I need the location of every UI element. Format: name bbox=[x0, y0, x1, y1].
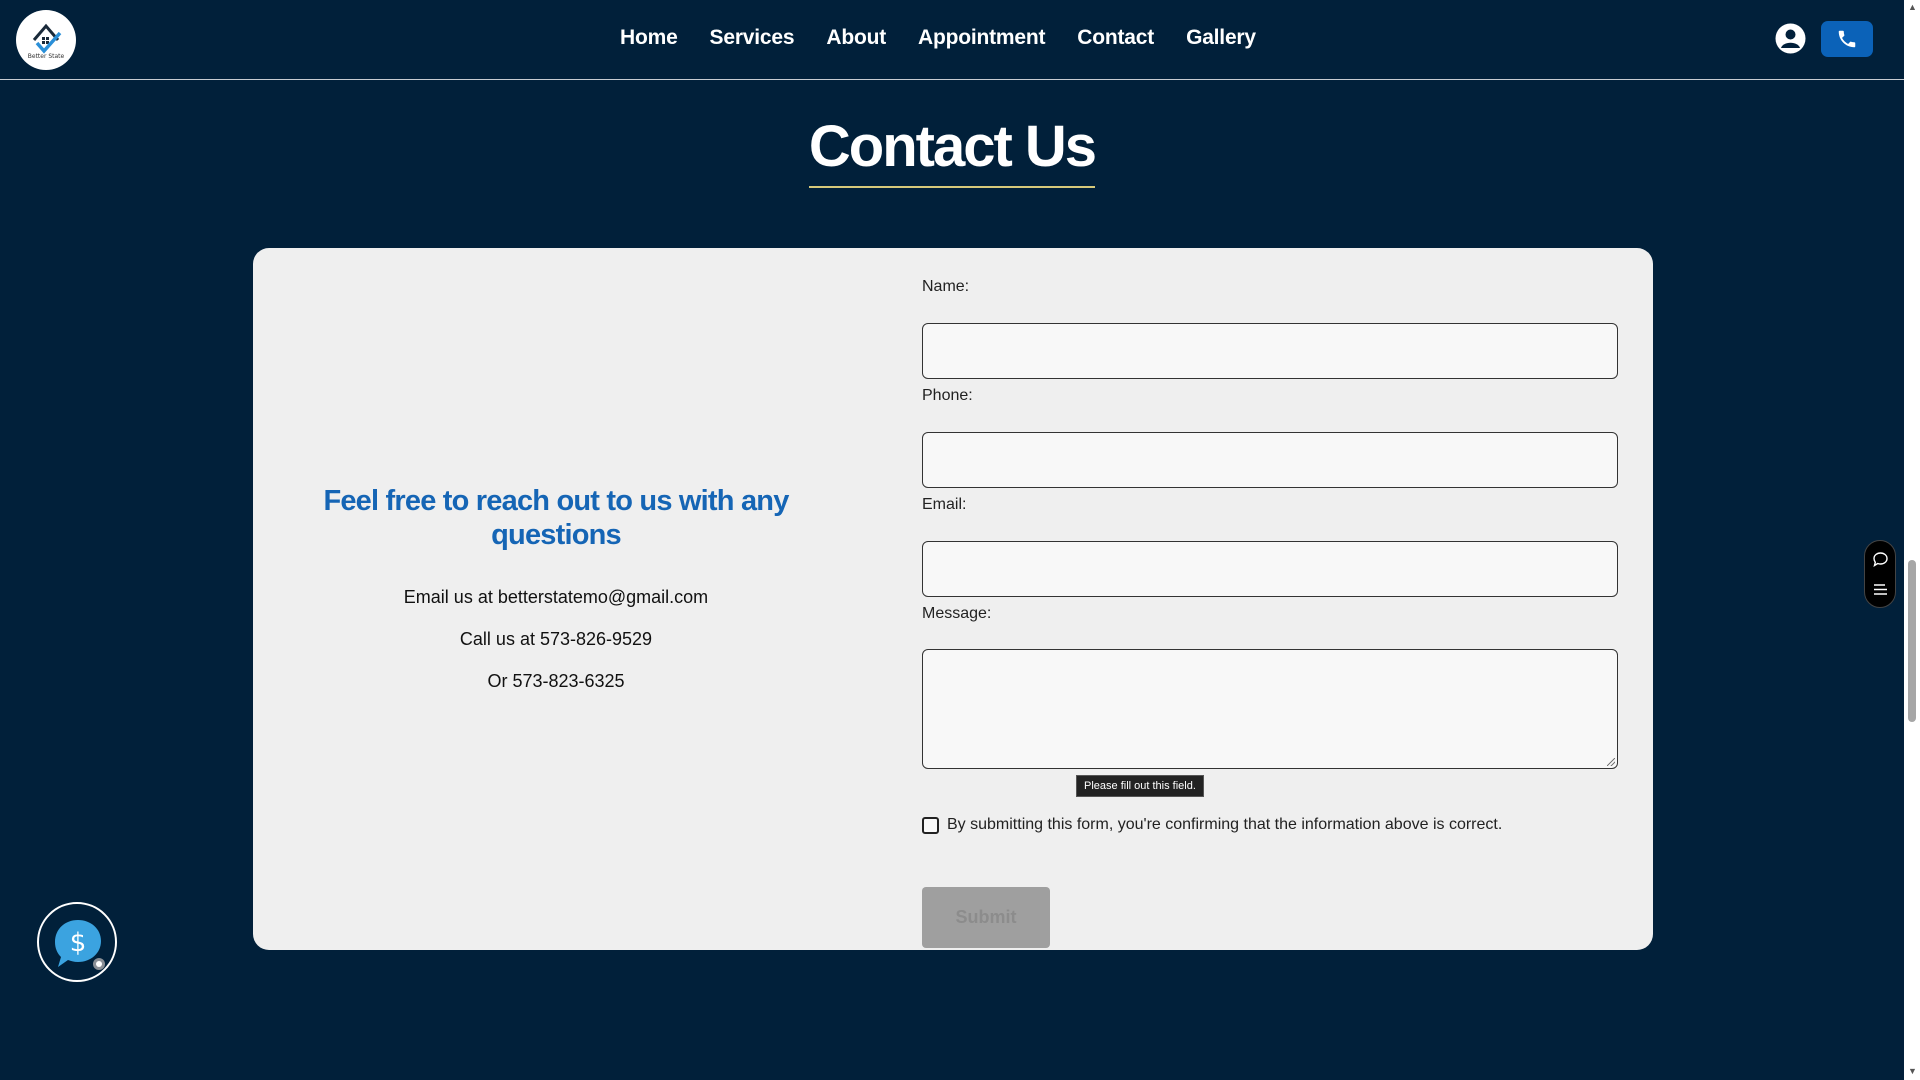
call-button[interactable] bbox=[1821, 21, 1873, 57]
validation-tooltip: Please fill out this field. bbox=[1076, 775, 1204, 797]
page-title: Contact Us bbox=[808, 112, 1097, 188]
contact-email: Email us at betterstatemo@gmail.com bbox=[403, 587, 709, 607]
message-field[interactable] bbox=[922, 649, 1618, 769]
name-label: Name: bbox=[922, 278, 970, 295]
consent-text: By submitting this form, you're confirmi… bbox=[947, 816, 1503, 833]
nav-home[interactable]: Home bbox=[620, 26, 678, 50]
email-field[interactable] bbox=[922, 541, 1618, 597]
phone-field[interactable] bbox=[922, 432, 1618, 488]
scrollbar-thumb[interactable] bbox=[1908, 560, 1916, 722]
comment-icon[interactable] bbox=[1872, 551, 1889, 568]
resize-grip-icon[interactable] bbox=[1607, 758, 1615, 766]
name-field[interactable] bbox=[922, 323, 1618, 379]
email-label: Email: bbox=[922, 496, 967, 513]
nav-gallery[interactable]: Gallery bbox=[1186, 26, 1256, 50]
account-circle-icon[interactable] bbox=[1775, 23, 1806, 54]
scroll-down-icon[interactable]: ▼ bbox=[1908, 1066, 1917, 1076]
house-check-icon bbox=[32, 23, 62, 54]
nav-services[interactable]: Services bbox=[710, 26, 795, 50]
dollar-chat-widget[interactable]: $ bbox=[37, 902, 117, 982]
submit-button[interactable]: Submit bbox=[922, 887, 1050, 948]
dollar-chat-icon: $ bbox=[55, 920, 105, 970]
phone-icon bbox=[1838, 30, 1856, 48]
nav-about[interactable]: About bbox=[826, 26, 886, 50]
scroll-up-icon[interactable]: ▲ bbox=[1908, 2, 1917, 12]
page-scrollbar[interactable]: ▲ ▼ bbox=[1904, 0, 1920, 1080]
logo-text: Better State bbox=[27, 53, 65, 60]
svg-text:$: $ bbox=[70, 928, 87, 958]
nav-contact[interactable]: Contact bbox=[1077, 26, 1154, 50]
main-nav: Home Services About Appointment Contact … bbox=[620, 26, 1256, 50]
contact-heading: Feel free to reach out to us with any qu… bbox=[323, 485, 789, 551]
message-label: Message: bbox=[922, 605, 992, 622]
consent-checkbox[interactable] bbox=[922, 816, 939, 834]
side-panel[interactable] bbox=[1864, 540, 1896, 608]
contact-info: Feel free to reach out to us with any qu… bbox=[253, 484, 859, 702]
site-header: Better State Home Services About Appoint… bbox=[0, 0, 1904, 80]
consent-row: By submitting this form, you're confirmi… bbox=[922, 816, 1502, 834]
page-title-wrap: Contact Us bbox=[0, 112, 1904, 188]
contact-phone: Call us at 573-826-9529 bbox=[459, 629, 653, 649]
nav-appointment[interactable]: Appointment bbox=[918, 26, 1045, 50]
contact-alt-phone: Or 573-823-6325 bbox=[487, 671, 625, 691]
contact-card: Feel free to reach out to us with any qu… bbox=[253, 248, 1653, 950]
phone-label: Phone: bbox=[922, 387, 973, 404]
list-icon[interactable] bbox=[1872, 581, 1889, 598]
site-logo[interactable]: Better State bbox=[16, 10, 76, 70]
